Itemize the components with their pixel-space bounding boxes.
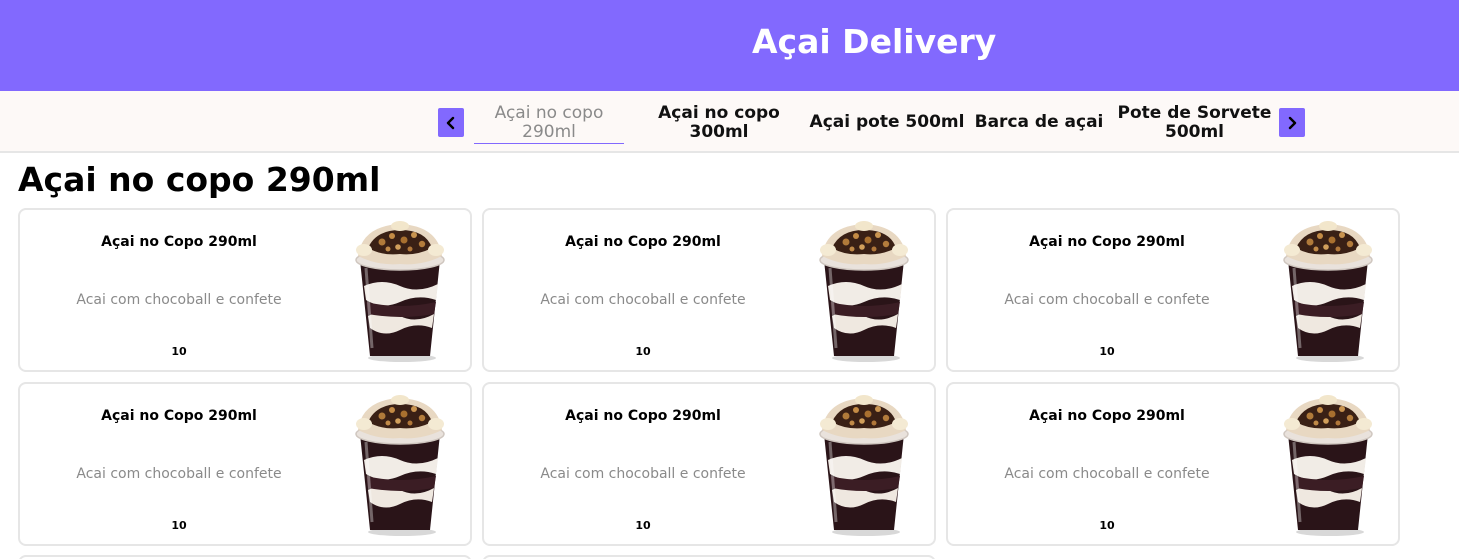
tab-label-line2: 290ml	[522, 122, 576, 142]
product-grid-next-row	[18, 555, 1400, 559]
tab-label-line1: Pote de Sorvete	[1117, 103, 1272, 123]
app-header: Açai Delivery	[0, 0, 1459, 91]
product-name: Açai no Copo 290ml	[565, 234, 721, 250]
category-next-button[interactable]	[1279, 108, 1305, 137]
product-price: 10	[171, 519, 187, 532]
tab-acai-no-copo-290ml[interactable]: Açai no copo 290ml	[474, 104, 624, 144]
product-name: Açai no Copo 290ml	[101, 408, 257, 424]
product-card[interactable]: Açai no Copo 290ml Acai com chocoball e …	[482, 208, 936, 372]
tab-acai-no-copo-300ml[interactable]: Açai no copo 300ml	[645, 104, 793, 142]
acai-cup-image	[1283, 395, 1373, 536]
product-description: Acai com chocoball e confete	[76, 466, 282, 482]
product-description: Acai com chocoball e confete	[1004, 466, 1210, 482]
product-description: Acai com chocoball e confete	[1004, 292, 1210, 308]
product-card[interactable]: Açai no Copo 290ml Acai com chocoball e …	[18, 208, 472, 372]
product-description: Acai com chocoball e confete	[540, 466, 746, 482]
category-prev-button[interactable]	[438, 108, 464, 137]
acai-cup-image	[819, 221, 909, 362]
acai-cup-image	[819, 395, 909, 536]
product-name: Açai no Copo 290ml	[1029, 234, 1185, 250]
tab-pote-de-sorvete-500ml[interactable]: Pote de Sorvete 500ml	[1116, 104, 1273, 142]
product-name: Açai no Copo 290ml	[565, 408, 721, 424]
product-card[interactable]: Açai no Copo 290ml Acai com chocoball e …	[482, 382, 936, 546]
product-card[interactable]: Açai no Copo 290ml Acai com chocoball e …	[18, 382, 472, 546]
product-grid: Açai no Copo 290ml Acai com chocoball e …	[18, 208, 1400, 546]
product-price: 10	[171, 345, 187, 358]
product-name: Açai no Copo 290ml	[1029, 408, 1185, 424]
product-card[interactable]: Açai no Copo 290ml Acai com chocoball e …	[946, 382, 1400, 546]
chevron-left-icon	[446, 116, 455, 129]
tab-label-line1: Açai no copo	[658, 103, 780, 123]
section-title: Açai no copo 290ml	[18, 160, 381, 199]
app-title: Açai Delivery	[752, 22, 997, 61]
product-name: Açai no Copo 290ml	[101, 234, 257, 250]
tab-label-line1: Barca de açai	[974, 112, 1104, 132]
product-description: Acai com chocoball e confete	[76, 292, 282, 308]
tab-label-line2: 500ml	[1164, 122, 1225, 142]
tab-acai-pote-500ml[interactable]: Açai pote 500ml	[807, 113, 967, 132]
product-card[interactable]	[18, 555, 472, 559]
category-bar: Açai no copo 290ml Açai no copo 300ml Aç…	[0, 91, 1459, 153]
product-price: 10	[635, 345, 651, 358]
acai-cup-image	[1283, 221, 1373, 362]
product-price: 10	[1099, 345, 1115, 358]
chevron-right-icon	[1288, 116, 1297, 129]
product-card[interactable]	[482, 555, 936, 559]
acai-cup-image	[355, 395, 445, 536]
acai-cup-image	[355, 221, 445, 362]
tab-label-line2: 300ml	[689, 122, 749, 142]
product-price: 10	[1099, 519, 1115, 532]
product-description: Acai com chocoball e confete	[540, 292, 746, 308]
tab-label-line1: Açai no copo	[494, 103, 604, 123]
tab-barca-de-acai[interactable]: Barca de açai	[973, 113, 1105, 132]
product-card[interactable]: Açai no Copo 290ml Acai com chocoball e …	[946, 208, 1400, 372]
tab-label-line1: Açai pote 500ml	[809, 112, 965, 132]
product-price: 10	[635, 519, 651, 532]
